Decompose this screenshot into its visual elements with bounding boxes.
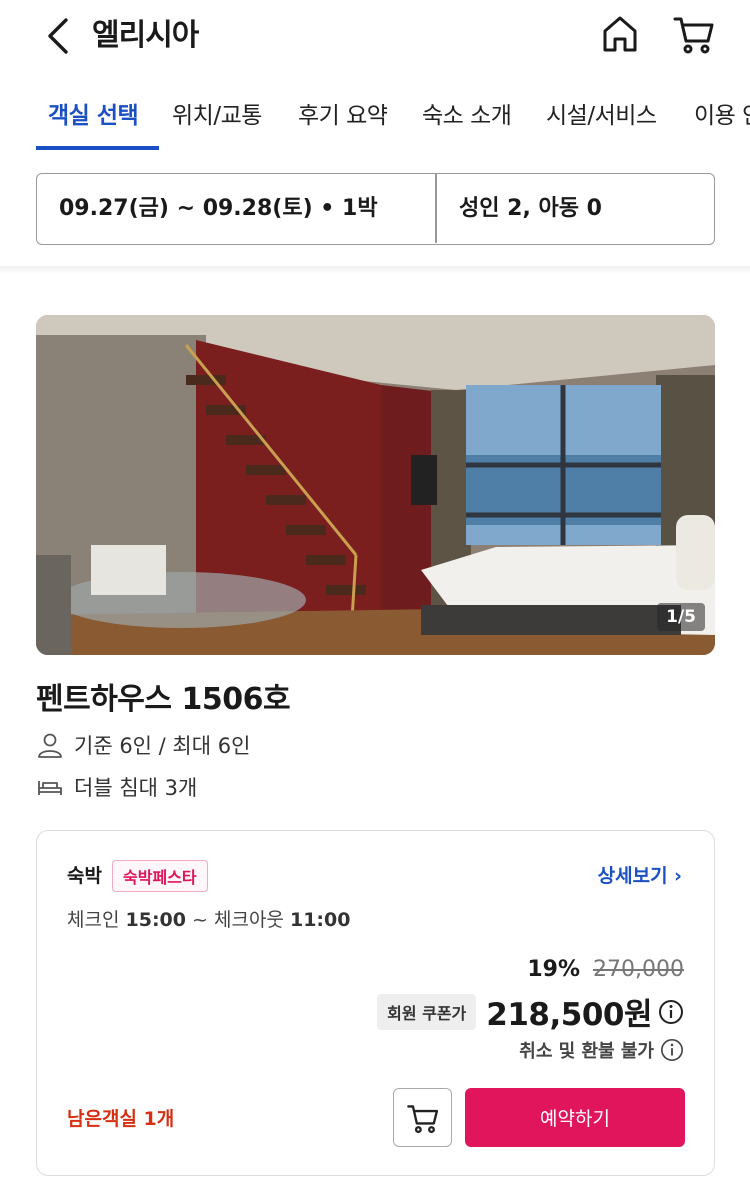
final-price: 218,500원 <box>486 997 652 1033</box>
photo-counter: 1/5 <box>657 603 705 631</box>
price-row: 회원 쿠폰가 218,500원 <box>377 989 684 1034</box>
discount-row: 19% 270,000 <box>527 957 684 982</box>
section-tabs: 객실 선택 위치/교통 후기 요약 숙소 소개 시설/서비스 이용 안 <box>0 88 750 152</box>
room-photo-image <box>36 315 715 655</box>
checkout-label: ~ 체크아웃 <box>192 909 284 931</box>
refund-note: 취소 및 환불 불가 <box>519 1041 654 1062</box>
checkin-time: 15:00 <box>125 909 186 931</box>
date-selector[interactable]: 09.27(금) ~ 09.28(토) • 1박 <box>37 174 435 243</box>
promo-badge: 숙박페스타 <box>112 860 208 892</box>
capacity-text: 기준 6인 / 최대 6인 <box>74 734 251 758</box>
book-button[interactable]: 예약하기 <box>465 1088 685 1147</box>
home-icon <box>603 16 637 52</box>
page-title: 엘리시아 <box>92 18 199 53</box>
cart-icon <box>406 1104 438 1133</box>
rooms-remaining: 남은객실 1개 <box>67 1108 175 1130</box>
room-name: 펜트하우스 1506호 <box>36 682 291 717</box>
cart-button[interactable] <box>672 12 716 56</box>
bed-text: 더블 침대 3개 <box>74 776 198 800</box>
chevron-left-icon <box>48 18 68 54</box>
checkin-label: 체크인 <box>67 909 120 931</box>
search-summary: 09.27(금) ~ 09.28(토) • 1박 성인 2, 아동 0 <box>36 173 715 245</box>
tab-room-select[interactable]: 객실 선택 <box>48 96 139 144</box>
guest-selector[interactable]: 성인 2, 아동 0 <box>437 174 713 243</box>
offer-card: 숙박 숙박페스타 상세보기 › 체크인 15:00 ~ 체크아웃 11:00 1… <box>36 830 715 1176</box>
cart-icon <box>673 17 714 54</box>
detail-link[interactable]: 상세보기 › <box>598 861 682 888</box>
divider <box>0 266 750 274</box>
original-price: 270,000 <box>593 957 684 982</box>
refund-row: 취소 및 환불 불가 <box>519 1037 684 1063</box>
checkin-checkout: 체크인 15:00 ~ 체크아웃 11:00 <box>67 905 350 932</box>
tab-usage[interactable]: 이용 안 <box>694 96 750 144</box>
top-bar: 엘리시아 <box>0 0 750 72</box>
add-to-cart-button[interactable] <box>393 1088 452 1147</box>
person-icon <box>38 733 62 758</box>
room-photo[interactable]: 1/5 <box>36 315 715 655</box>
bed-row: 더블 침대 3개 <box>36 771 197 803</box>
coupon-badge: 회원 쿠폰가 <box>377 993 477 1030</box>
tab-reviews[interactable]: 후기 요약 <box>298 96 388 144</box>
back-button[interactable] <box>40 14 76 58</box>
tab-facilities[interactable]: 시설/서비스 <box>546 96 657 144</box>
tab-about[interactable]: 숙소 소개 <box>422 96 512 144</box>
info-icon[interactable] <box>660 1038 684 1062</box>
tab-location[interactable]: 위치/교통 <box>172 96 262 144</box>
checkout-time: 11:00 <box>289 909 351 931</box>
capacity-row: 기준 6인 / 최대 6인 <box>36 729 250 761</box>
stay-type-label: 숙박 <box>67 865 102 887</box>
bed-icon <box>38 781 62 795</box>
home-button[interactable] <box>598 12 642 56</box>
discount-percent: 19% <box>527 957 581 982</box>
info-icon[interactable] <box>658 999 684 1025</box>
active-tab-indicator <box>36 146 159 150</box>
